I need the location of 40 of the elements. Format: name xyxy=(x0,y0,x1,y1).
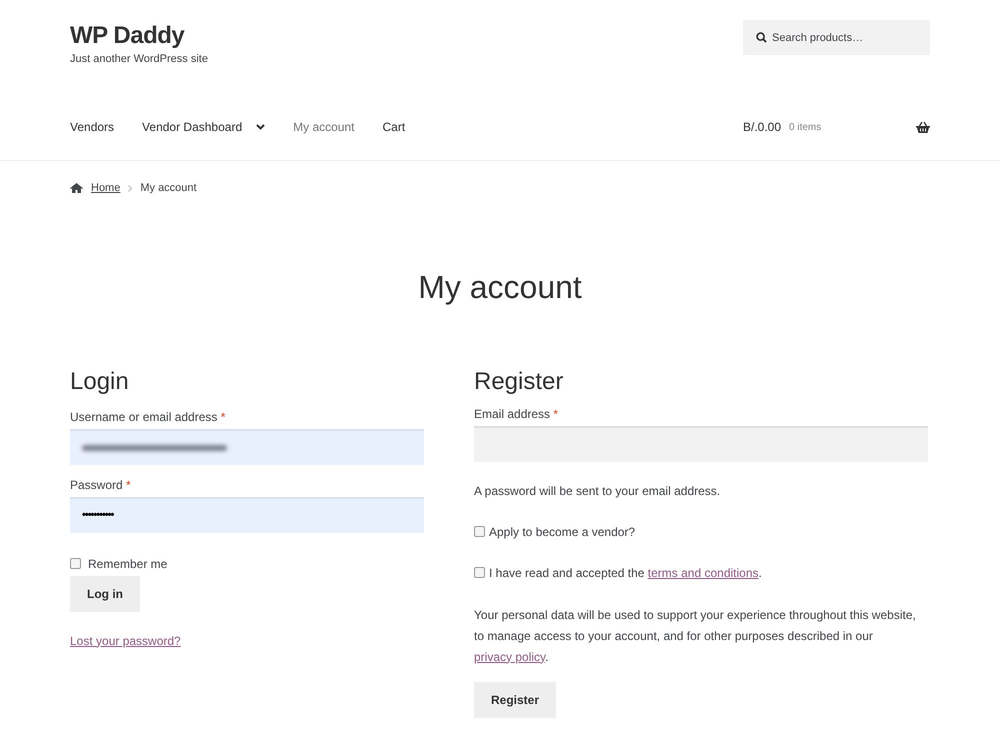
site-title[interactable]: WP Daddy xyxy=(70,20,208,52)
page-title: My account xyxy=(418,268,582,306)
breadcrumb-current: My account xyxy=(140,181,197,196)
field-label: Email address * xyxy=(474,406,560,422)
checkbox-label: Remember me xyxy=(88,556,168,572)
privacy-text: Your personal data will be used to support your experience throughout this website, to manage access to your account, and for other purposes described in our privacy policy. xyxy=(474,606,917,666)
input-field[interactable] xyxy=(70,428,424,464)
search-field[interactable]: Search products… xyxy=(743,20,930,55)
field-label: Username or email address * xyxy=(70,408,226,424)
login-heading: Login xyxy=(70,366,130,396)
register-button[interactable]: Register xyxy=(474,682,556,718)
login-button[interactable]: Log in xyxy=(70,576,140,612)
checkbox-label: I have read and accepted the xyxy=(489,566,646,580)
chevron-down-icon[interactable] xyxy=(256,124,266,130)
cart-total[interactable]: B/.0.00 xyxy=(743,118,782,136)
search-icon xyxy=(756,32,767,43)
nav-link[interactable]: My account xyxy=(293,118,354,136)
nav-link[interactable]: Cart xyxy=(382,118,406,136)
email-field[interactable] xyxy=(474,426,928,462)
breadcrumb-link[interactable]: Home xyxy=(91,180,120,196)
nav-link[interactable]: Vendor Dashboard xyxy=(142,118,266,136)
privacy-link[interactable]: privacy policy xyxy=(474,650,546,664)
terms-link[interactable]: terms and conditions xyxy=(648,566,759,580)
cart-count[interactable]: 0 items xyxy=(789,120,822,134)
checkbox-label: Apply to become a vendor? xyxy=(489,524,636,540)
site-tagline: Just another WordPress site xyxy=(70,52,208,66)
checkbox[interactable] xyxy=(474,526,485,537)
password-value: ••••••••••• xyxy=(82,508,114,524)
nav-link[interactable]: Vendors xyxy=(70,118,114,136)
chevron-right-icon xyxy=(128,184,132,192)
punctuation: . xyxy=(758,566,762,580)
checkbox[interactable] xyxy=(474,567,485,578)
input-field[interactable]: ••••••••••• xyxy=(70,496,424,532)
checkbox[interactable] xyxy=(70,558,81,569)
lost-password-link[interactable]: Lost your password? xyxy=(70,632,181,650)
basket-icon[interactable] xyxy=(916,122,930,132)
home-icon xyxy=(70,183,83,194)
field-label: Password * xyxy=(70,476,132,492)
register-heading: Register xyxy=(474,366,564,396)
password-note: A password will be sent to your email address. xyxy=(474,482,722,500)
